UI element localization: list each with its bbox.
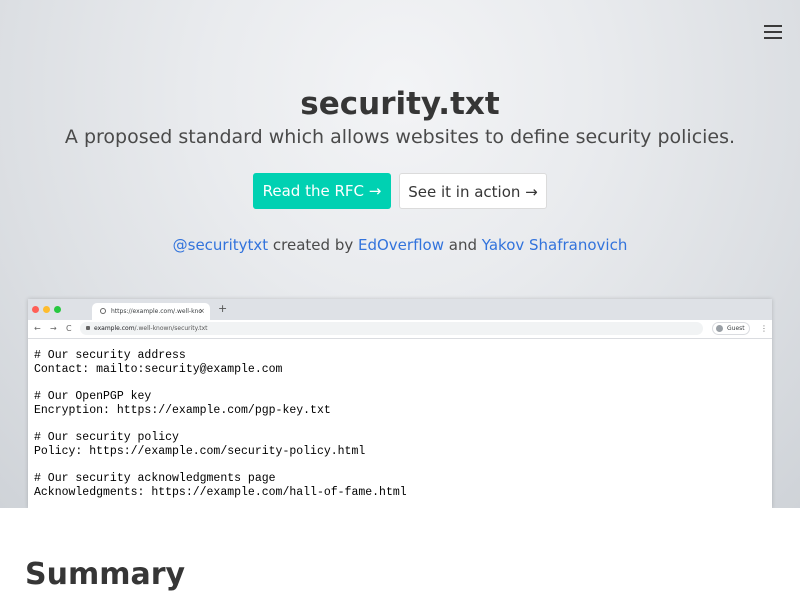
- guest-label: Guest: [727, 325, 745, 332]
- browser-nav-bar: ← → C example.com/.well-known/security.t…: [28, 320, 772, 339]
- reload-icon[interactable]: C: [66, 323, 72, 335]
- guest-avatar-icon: [716, 325, 723, 332]
- read-rfc-button[interactable]: Read the RFC →: [253, 173, 391, 209]
- browser-tab[interactable]: https://example.com/.well-kno ×: [92, 303, 210, 320]
- code-line: # Our security policy: [34, 431, 179, 445]
- new-tab-icon[interactable]: +: [218, 302, 227, 315]
- code-line: Policy: https://example.com/security-pol…: [34, 444, 366, 458]
- url-domain: example.com: [94, 325, 135, 332]
- code-line: # Our security acknowledgments page: [34, 472, 276, 486]
- lock-icon: [86, 326, 90, 330]
- browser-tab-bar: https://example.com/.well-kno × +: [28, 299, 772, 320]
- see-in-action-button[interactable]: See it in action →: [399, 173, 547, 209]
- and-text: and: [443, 236, 482, 254]
- tab-close-icon[interactable]: ×: [199, 303, 205, 320]
- code-line: Acknowledgments: https://example.com/hal…: [34, 485, 407, 499]
- page-subtitle: A proposed standard which allows website…: [64, 126, 736, 148]
- globe-icon: [100, 308, 106, 314]
- hero-section: security.txt A proposed standard which a…: [0, 0, 800, 508]
- back-arrow-icon[interactable]: ←: [34, 323, 41, 335]
- close-window-dot: [32, 306, 39, 313]
- tab-title: https://example.com/.well-kno: [111, 308, 203, 315]
- summary-heading: Summary: [25, 557, 186, 592]
- guest-profile-button[interactable]: Guest: [712, 322, 750, 335]
- address-bar[interactable]: example.com/.well-known/security.txt: [80, 322, 703, 335]
- minimize-window-dot: [43, 306, 50, 313]
- code-line: # Our OpenPGP key: [34, 390, 152, 404]
- code-line: Encryption: https://example.com/pgp-key.…: [34, 403, 331, 417]
- maximize-window-dot: [54, 306, 61, 313]
- browser-mockup: https://example.com/.well-kno × + ← → C …: [28, 299, 772, 508]
- edoverflow-link[interactable]: EdOverflow: [358, 236, 444, 254]
- credits-line: @securitytxt created by EdOverflow and Y…: [0, 236, 800, 254]
- created-by-text: created by: [268, 236, 358, 254]
- browser-menu-icon[interactable]: ⋮: [760, 323, 768, 335]
- code-line: # Our security address: [34, 349, 186, 362]
- security-txt-content: # Our security address Contact: mailto:s…: [34, 349, 764, 500]
- address-bar-url: example.com/.well-known/security.txt: [94, 322, 208, 335]
- forward-arrow-icon[interactable]: →: [50, 323, 57, 335]
- securitytxt-twitter-link[interactable]: @securitytxt: [173, 236, 269, 254]
- url-path: /.well-known/security.txt: [134, 325, 208, 332]
- hamburger-menu-icon[interactable]: [764, 25, 782, 39]
- code-line: Contact: mailto:security@example.com: [34, 362, 283, 376]
- page-title: security.txt: [300, 86, 500, 122]
- yakov-shafranovich-link[interactable]: Yakov Shafranovich: [482, 236, 628, 254]
